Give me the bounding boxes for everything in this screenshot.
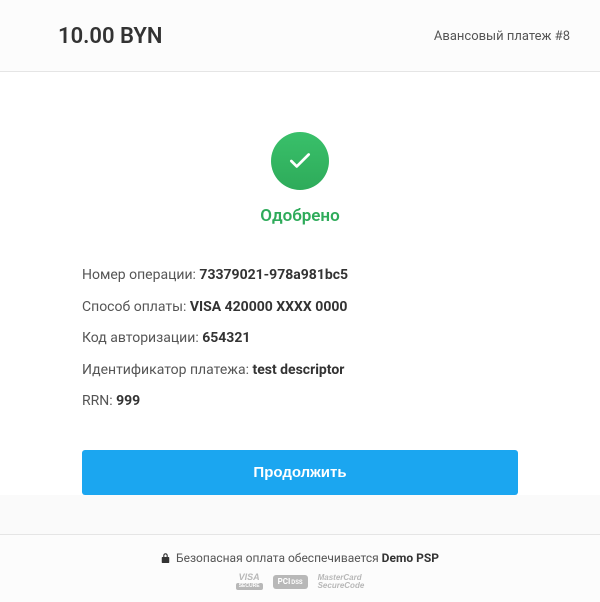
lock-icon [161, 553, 170, 564]
continue-button[interactable]: Продолжить [82, 450, 518, 495]
detail-label: Номер операции: [82, 267, 199, 283]
detail-auth-code: Код авторизации: 654321 [82, 329, 518, 349]
secure-payment-text: Безопасная оплата обеспечивается Demo PS… [161, 551, 439, 565]
detail-operation-number: Номер операции: 73379021-978a981bc5 [82, 266, 518, 286]
detail-value: test descriptor [252, 362, 344, 378]
detail-label: Идентификатор платежа: [82, 362, 252, 378]
pci-dss-badge-icon: PCIDSS [273, 575, 308, 589]
detail-label: Способ оплаты: [82, 299, 190, 315]
detail-value: 999 [116, 393, 140, 409]
payment-reference: Авансовый платеж #8 [434, 29, 570, 44]
detail-value: 654321 [202, 330, 250, 346]
detail-value: 73379021-978a981bc5 [199, 267, 348, 283]
footer: Безопасная оплата обеспечивается Demo PS… [0, 534, 600, 602]
success-check-icon [271, 132, 329, 190]
visa-badge-icon: VISA SECURE [236, 573, 263, 590]
status-text: Одобрено [82, 206, 518, 226]
detail-payment-method: Способ оплаты: VISA 420000 XXXX 0000 [82, 298, 518, 318]
transaction-details: Номер операции: 73379021-978a981bc5 Спос… [82, 266, 518, 412]
secure-prefix: Безопасная оплата обеспечивается [176, 551, 382, 565]
detail-value: VISA 420000 XXXX 0000 [190, 299, 348, 315]
mastercard-securecode-badge-icon: MasterCard SecureCode [318, 574, 365, 589]
detail-label: Код авторизации: [82, 330, 202, 346]
detail-payment-id: Идентификатор платежа: test descriptor [82, 361, 518, 381]
detail-label: RRN: [82, 393, 116, 409]
detail-rrn: RRN: 999 [82, 392, 518, 412]
payment-amount: 10.00 BYN [58, 24, 162, 49]
header: 10.00 BYN Авансовый платеж #8 [0, 0, 600, 72]
payment-badges: VISA SECURE PCIDSS MasterCard SecureCode [0, 573, 600, 590]
secure-psp-name: Demo PSP [382, 551, 439, 565]
main-content: Одобрено Номер операции: 73379021-978a98… [0, 72, 600, 495]
